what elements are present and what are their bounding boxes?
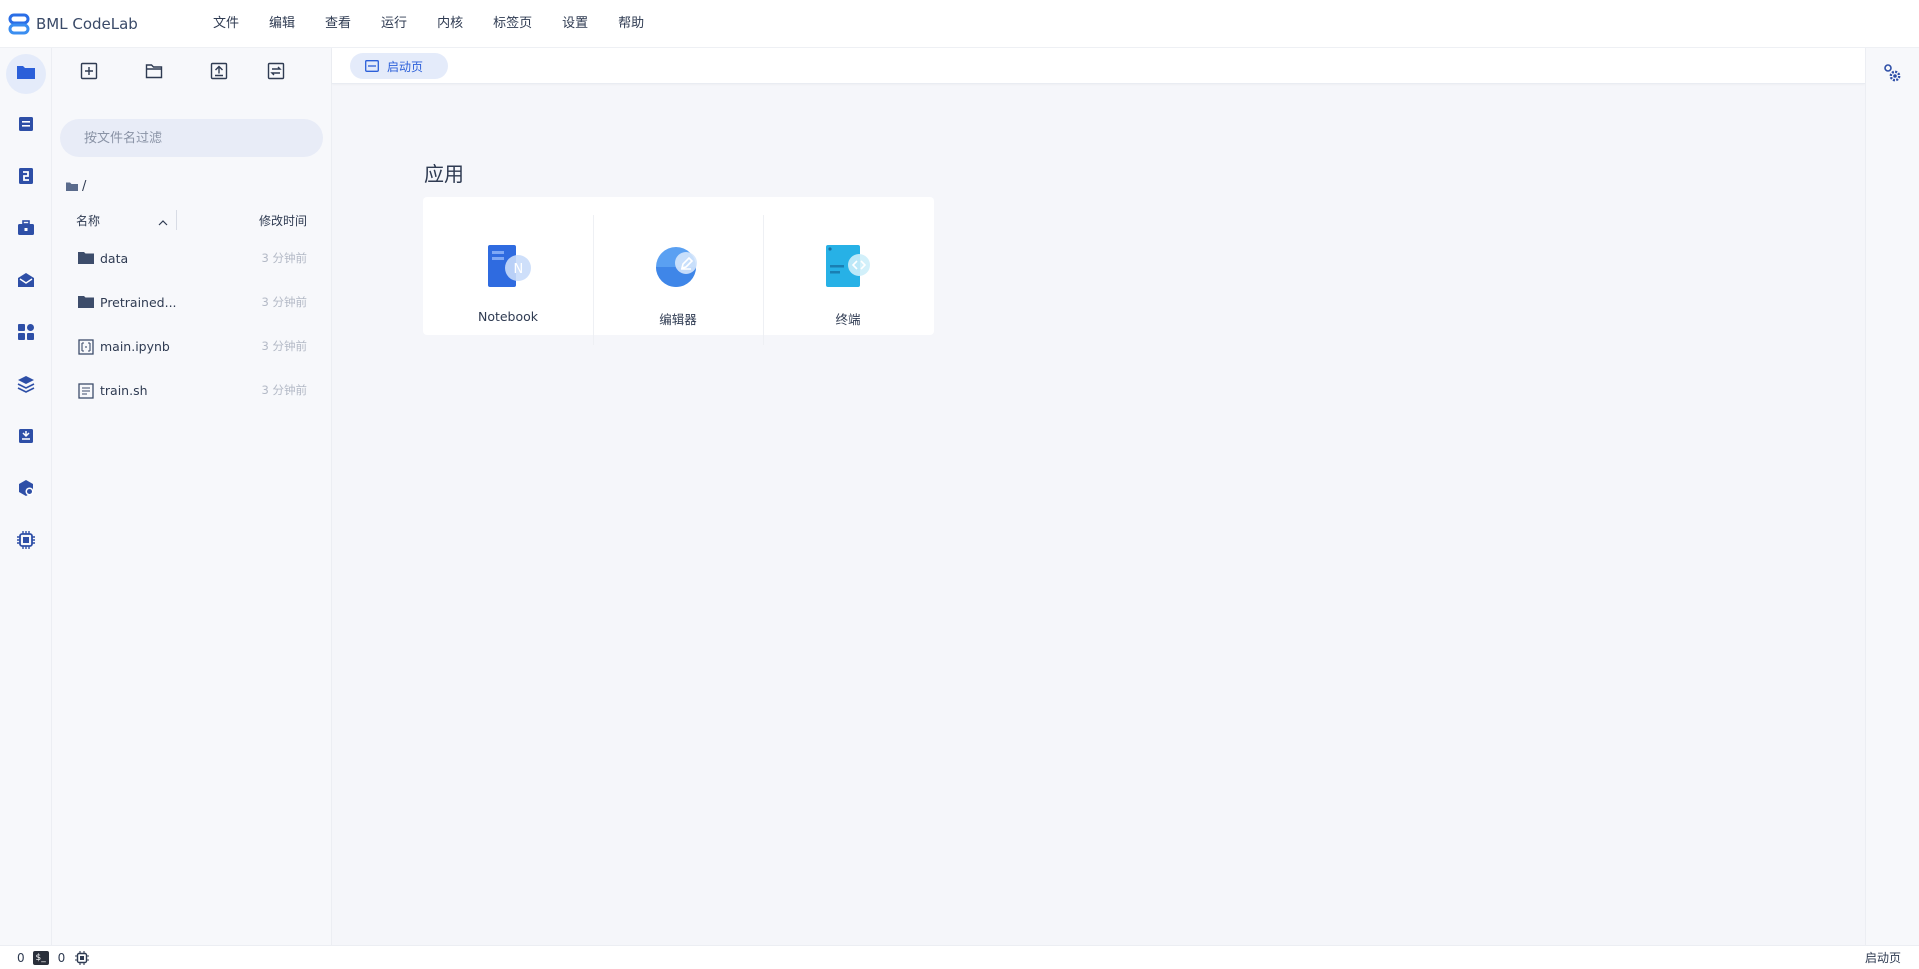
file-modified: 3 分钟前 [261,383,307,397]
list-item[interactable]: data 3 分钟前 [52,236,331,280]
sidebar-item-download[interactable] [6,418,46,458]
sidebar-item-messages[interactable] [6,262,46,302]
terminal-icon [824,243,872,291]
notebook-icon: N [484,243,532,291]
envelope-icon [17,272,35,292]
file-list: data 3 分钟前 Pretrained... 3 分钟前 main.ipyn… [52,236,331,412]
svg-text:N: N [514,262,524,277]
terminal-status-icon[interactable]: $_ [32,950,49,965]
bml-logo-icon [8,13,30,35]
text-file-icon [78,383,94,399]
new-launcher-icon [80,62,98,84]
sidebar-item-models[interactable] [6,366,46,406]
main-area: 启动页 应用 N Notebook 编辑器 终端 [332,48,1865,945]
sidebar-item-apps[interactable] [6,314,46,354]
file-name: Pretrained... [100,294,177,310]
launcher-cards: N Notebook 编辑器 终端 [423,197,934,345]
layers-icon [17,375,35,397]
status-current-tab: 启动页 [1864,951,1901,965]
sidebar-item-toolbox[interactable] [6,210,46,250]
download-box-icon [18,428,34,448]
file-browser: / 名称 修改时间 data 3 分钟前 Pretrained... 3 分钟前… [52,48,332,945]
app-logo[interactable]: BML CodeLab [8,13,188,35]
file-list-header: 名称 修改时间 [52,208,331,232]
menu-view[interactable]: 查看 [310,0,366,48]
card-label: 终端 [835,312,861,327]
menu-settings[interactable]: 设置 [547,0,603,48]
status-bar: 0 $_ 0 启动页 [0,945,1919,969]
launcher-card-notebook[interactable]: N Notebook [423,197,593,335]
card-label: Notebook [477,309,539,324]
menu-tabs[interactable]: 标签页 [478,0,547,48]
new-launcher-button[interactable] [78,62,99,84]
menu-run[interactable]: 运行 [366,0,422,48]
sidebar-item-running[interactable] [6,106,46,146]
status-terminal-count[interactable]: 0 [58,951,66,965]
upload-button[interactable] [209,62,230,84]
list-item[interactable]: Pretrained... 3 分钟前 [52,280,331,324]
new-folder-button[interactable] [143,62,164,84]
sort-caret-up-icon [158,215,168,229]
new-folder-icon [145,63,163,83]
refresh-button[interactable] [266,62,287,84]
folder-icon [78,295,94,309]
main-menu: 文件 编辑 查看 运行 内核 标签页 设置 帮助 [198,0,659,48]
column-name-label: 名称 [76,213,101,228]
folder-icon [66,182,78,191]
column-name[interactable]: 名称 [52,212,174,229]
chip-icon [16,531,35,553]
refresh-icon [267,62,285,84]
folder-icon [16,65,35,83]
status-running-count[interactable]: 0 [17,951,25,965]
folder-icon [78,251,94,265]
tab-launcher-label: 启动页 [387,59,424,74]
menubar: BML CodeLab 文件 编辑 查看 运行 内核 标签页 设置 帮助 [0,0,1919,48]
breadcrumb[interactable]: / [66,179,331,194]
sidebar-item-files[interactable] [5,54,46,94]
list-item[interactable]: main.ipynb 3 分钟前 [52,324,331,368]
file-name: main.ipynb [100,338,170,354]
editor-icon [654,243,702,291]
apps-icon [17,323,35,345]
menu-kernel[interactable]: 内核 [422,0,478,48]
breadcrumb-root[interactable]: / [82,179,86,194]
kernel-chip-icon[interactable] [75,950,90,965]
file-name: train.sh [100,382,148,398]
left-activity-bar [0,48,52,945]
list-item[interactable]: train.sh 3 分钟前 [52,368,331,412]
card-label: 编辑器 [659,312,697,327]
file-modified: 3 分钟前 [261,295,307,309]
file-modified: 3 分钟前 [261,339,307,353]
file-filter-input[interactable] [84,130,304,146]
toolbox-icon [17,220,35,240]
tab-bar: 启动页 [332,48,1865,84]
app-title: BML CodeLab [36,14,138,33]
column-modified[interactable]: 修改时间 [177,212,331,229]
file-filter [60,119,323,157]
cloud-settings-icon [17,479,35,501]
launcher-card-editor[interactable]: 编辑器 [593,197,763,345]
file-browser-toolbar [52,48,331,98]
sidebar-item-cloud-settings[interactable] [6,470,46,510]
menu-edit[interactable]: 编辑 [254,0,310,48]
file-modified: 3 分钟前 [261,251,307,265]
gears-icon [1882,64,1902,87]
notebook-file-icon [78,339,94,355]
upload-icon [210,62,228,84]
section-title: 应用 [424,162,464,186]
sidebar-item-dataset[interactable] [6,158,46,198]
right-sidebar [1865,48,1919,945]
menu-help[interactable]: 帮助 [603,0,659,48]
property-inspector-button[interactable] [1882,63,1904,85]
tab-launcher[interactable]: 启动页 [350,53,448,79]
server-icon [18,116,34,136]
launcher-tab-icon [365,60,379,72]
launcher-card-terminal[interactable]: 终端 [763,197,933,345]
file-name: data [100,250,129,266]
dataset-icon [18,167,34,189]
sidebar-item-chip[interactable] [6,522,46,562]
menu-file[interactable]: 文件 [198,0,254,48]
